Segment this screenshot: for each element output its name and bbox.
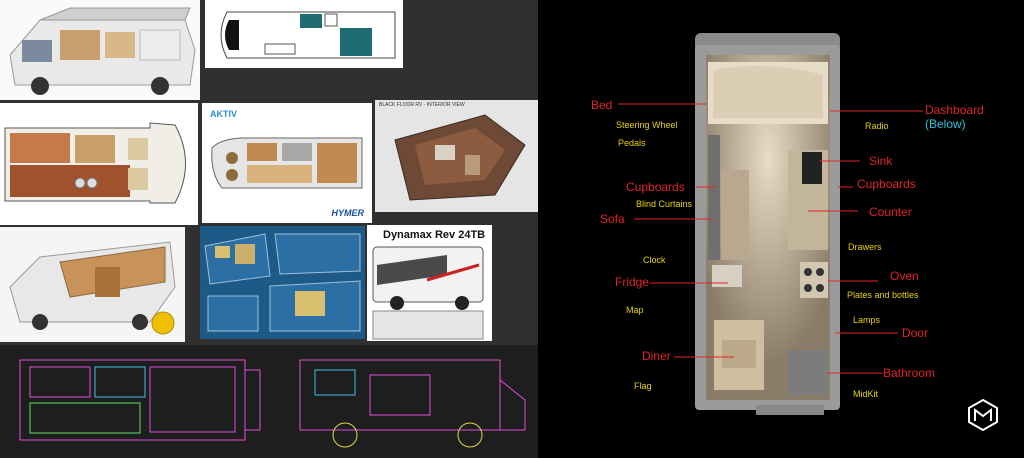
camper-cutaway-illustration [9, 7, 196, 95]
rv-topdown-render [618, 33, 923, 415]
reference-collage: AKTIV HYMER BLACK FLOOR RV - INTERIOR VI… [0, 0, 538, 458]
label-clock: Clock [643, 255, 666, 265]
dynamax-title: Dynamax Rev 24TB [383, 229, 486, 241]
label-door: Door [902, 326, 929, 340]
label-dashboard-text: Dashboard [925, 103, 984, 117]
brand-logo-icon [968, 398, 998, 432]
floorplan-drawing [220, 11, 396, 59]
sprinter-van-image [0, 227, 185, 342]
label-midkit: MidKit [853, 389, 879, 399]
cad-side-view [299, 359, 526, 448]
label-sofa: Sofa [600, 212, 625, 226]
label-lamps: Lamps [853, 315, 881, 325]
label-drawers: Drawers [848, 242, 882, 252]
label-bed: Bed [591, 98, 613, 112]
hymer-floorplan [211, 137, 363, 189]
blue-layout-illustration [204, 233, 361, 332]
label-steering-wheel: Steering Wheel [616, 120, 678, 130]
label-blind-curtains: Blind Curtains [636, 199, 693, 209]
blue-layout-image [200, 226, 365, 339]
floorplan-drawing-image [205, 0, 403, 68]
hymer-logo: HYMER [331, 208, 364, 218]
label-oven: Oven [890, 269, 919, 283]
wood-floorplan [4, 122, 186, 204]
label-radio: Radio [865, 121, 889, 131]
annotated-rv-render: Bed Dashboard (Below) Sink Cupboards Cup… [538, 0, 1024, 458]
aktiv-logo: AKTIV [210, 109, 237, 119]
black-floor-caption: BLACK FLOOR RV - INTERIOR VIEW [379, 102, 465, 108]
camper-cutaway-image [0, 0, 200, 100]
dynamax-illustration [372, 246, 484, 340]
sprinter-van-illustration [9, 241, 176, 335]
label-cupboards-right: Cupboards [857, 177, 916, 191]
cad-side-view-image [270, 345, 538, 458]
label-pedals: Pedals [618, 138, 646, 148]
label-diner: Diner [642, 349, 671, 363]
label-counter: Counter [869, 205, 912, 219]
black-floor-rv-image: BLACK FLOOR RV - INTERIOR VIEW [375, 100, 538, 212]
label-cupboards-left: Cupboards [626, 180, 685, 194]
black-floor-illustration [394, 114, 526, 201]
label-dashboard-note: (Below) [925, 117, 966, 131]
hymer-aktiv-image: AKTIV HYMER [202, 103, 372, 223]
label-fridge: Fridge [615, 275, 650, 289]
label-bathroom: Bathroom [883, 366, 936, 380]
label-dashboard: Dashboard (Below) [925, 103, 984, 131]
label-map: Map [626, 305, 644, 315]
label-flag: Flag [634, 381, 652, 391]
dynamax-image: Dynamax Rev 24TB [367, 225, 492, 341]
label-sink: Sink [869, 154, 893, 168]
cad-top-view [19, 359, 261, 441]
label-plates-bottles: Plates and bottles [847, 290, 919, 300]
wood-floorplan-image [0, 103, 198, 225]
cad-top-view-image [0, 345, 270, 458]
